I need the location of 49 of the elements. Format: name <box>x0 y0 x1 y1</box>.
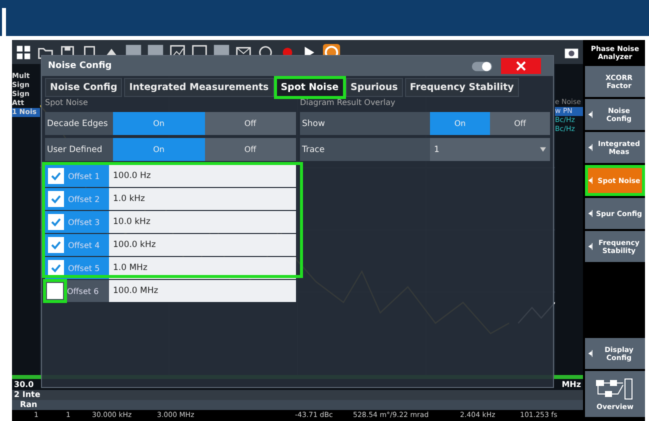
setting-label: Trace <box>301 144 326 156</box>
checkbox[interactable] <box>47 283 63 299</box>
section-heading: Diagram Result Overlay <box>300 97 396 109</box>
checkbox[interactable] <box>48 168 64 184</box>
dialog-title: Noise Config <box>48 61 113 71</box>
offset-label: Offset 6 <box>67 286 99 296</box>
close-icon <box>516 61 526 71</box>
check-icon <box>50 216 62 228</box>
tab[interactable]: Noise Config <box>45 78 122 97</box>
off-button[interactable]: Off <box>204 138 296 161</box>
offset-label: Offset 5 <box>68 264 100 272</box>
tab[interactable]: Integrated Measurements <box>124 78 274 97</box>
trace-dropdown[interactable]: 1 <box>430 138 550 161</box>
section-heading: Spot Noise <box>45 97 89 109</box>
offset-field[interactable]: 1.0 MHz <box>109 257 296 279</box>
offset-field[interactable]: 10.0 kHz <box>109 211 296 233</box>
offset-field[interactable]: 100.0 Hz <box>109 165 296 187</box>
check-icon <box>50 239 62 251</box>
check-icon <box>50 262 62 274</box>
checkbox[interactable] <box>48 260 64 276</box>
tab[interactable]: Spurious <box>346 78 403 97</box>
submenu-arrow-icon <box>588 349 593 358</box>
tab[interactable]: Spot Noise <box>276 78 344 97</box>
checkbox[interactable] <box>48 191 64 207</box>
offset-label: Offset 2 <box>68 194 100 204</box>
setting-label: Show <box>301 118 326 130</box>
offset-field[interactable]: 1.0 kHz <box>109 188 296 210</box>
offset-label: Offset 3 <box>68 218 100 226</box>
close-button[interactable] <box>501 58 541 74</box>
setting-label: Decade Edges <box>46 118 109 130</box>
check-icon <box>50 193 62 205</box>
off-button[interactable]: Off <box>204 112 296 135</box>
offset-label: Offset 4 <box>68 240 100 250</box>
block-diagram-icon <box>595 378 635 400</box>
off-button[interactable]: Off <box>490 112 550 135</box>
tab[interactable]: Frequency Stability <box>404 78 519 97</box>
check-icon <box>50 170 62 182</box>
checkbox[interactable] <box>48 237 64 253</box>
caret-icon <box>540 147 546 152</box>
stop-frequency: MHz <box>560 379 582 390</box>
column-header: Ran <box>19 400 38 410</box>
toggle-icon[interactable] <box>471 60 493 72</box>
section-title: 2 Inte <box>12 390 583 400</box>
offset-label: Offset 1 <box>68 172 100 180</box>
checkbox[interactable] <box>48 214 64 230</box>
offset-field[interactable]: 100.0 MHz <box>109 280 296 302</box>
setting-label: User Defined <box>46 144 104 156</box>
offset-field[interactable]: 100.0 kHz <box>109 234 296 256</box>
start-frequency: 30.0 <box>13 379 35 390</box>
